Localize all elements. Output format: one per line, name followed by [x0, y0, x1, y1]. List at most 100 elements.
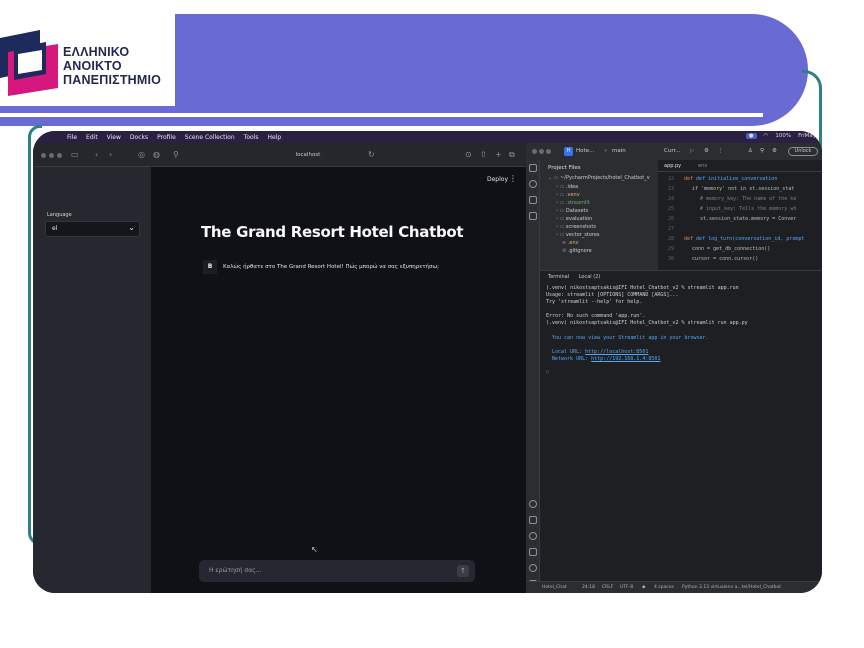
- sidebar-toggle-icon[interactable]: ▭: [71, 150, 79, 159]
- tree-root[interactable]: ⌄ ▭ ~/PycharmProjects/hotel_Chatbot_v: [548, 175, 650, 181]
- terminal-line: Usage: streamlit [OPTIONS] COMMAND [ARGS…: [546, 292, 679, 298]
- zoom-window-icon[interactable]: [57, 153, 62, 158]
- forward-icon[interactable]: ›: [109, 150, 112, 159]
- tree-item[interactable]: › ▭ evaluation: [556, 216, 592, 222]
- more-menu-icon[interactable]: ⋮: [509, 174, 517, 183]
- ide-zoom-icon[interactable]: [546, 149, 551, 154]
- local-url-link[interactable]: http://localhost:8501: [585, 349, 648, 355]
- menu-docks[interactable]: Docks: [130, 134, 148, 141]
- status-line-separator[interactable]: CRLF: [602, 585, 613, 590]
- back-icon[interactable]: ‹: [95, 150, 98, 159]
- minimize-window-icon[interactable]: [49, 153, 54, 158]
- branch-switcher[interactable]: main: [612, 148, 626, 154]
- terminal-line: Error: No such command 'app.run'.: [546, 313, 646, 319]
- logo-line-3: ΠΑΝΕΠΙΣΤΗΜΙΟ: [63, 73, 162, 87]
- new-tab-icon[interactable]: +: [495, 150, 502, 159]
- shield-icon[interactable]: ◎: [138, 150, 145, 159]
- status-position[interactable]: 24:18: [582, 585, 595, 590]
- python-packages-icon[interactable]: [529, 500, 537, 508]
- reload-icon[interactable]: ↻: [368, 150, 375, 159]
- menu-tools[interactable]: Tools: [244, 134, 259, 141]
- tab-terminal[interactable]: Terminal: [548, 274, 569, 280]
- deploy-button[interactable]: Deploy: [487, 176, 508, 183]
- mac-menubar: File Edit View Docks Profile Scene Colle…: [33, 131, 822, 143]
- code-editor[interactable]: app.py env 22 def def initialize_convers…: [658, 160, 822, 270]
- status-indent[interactable]: 4 spaces: [654, 585, 674, 590]
- tree-item[interactable]: ⊘ .gitignore: [562, 248, 592, 254]
- services-icon[interactable]: [529, 516, 537, 524]
- search-icon[interactable]: ⚲: [760, 148, 764, 154]
- plugins-tool-icon[interactable]: [529, 212, 537, 220]
- menu-scene-collection[interactable]: Scene Collection: [185, 134, 235, 141]
- tree-item[interactable]: › ▭ .venv: [556, 192, 580, 198]
- menu-file[interactable]: File: [67, 134, 77, 141]
- code-line: # memory_key: The name of the ke: [700, 196, 797, 202]
- close-window-icon[interactable]: [41, 153, 46, 158]
- tree-item[interactable]: ≡ .env: [562, 240, 579, 246]
- streamlit-banner: You can now view your Streamlit app in y…: [552, 335, 709, 341]
- branch-icon: ⑂: [604, 148, 608, 154]
- ide-left-toolbar: [526, 160, 540, 593]
- screen-recording: File Edit View Docks Profile Scene Colle…: [33, 131, 822, 593]
- line-number: 27: [667, 226, 674, 232]
- code-line: def def log_turn(conversation_id, prompt: [684, 236, 805, 242]
- logo-line-2: ΑΝΟΙΚΤΟ: [63, 59, 122, 73]
- tab-overview-icon[interactable]: ◍: [153, 150, 160, 159]
- tree-item[interactable]: › ▭ Datasets: [556, 208, 588, 214]
- project-panel-title[interactable]: Project Files: [548, 165, 581, 171]
- terminal-tabs: Terminal Local (2): [548, 274, 608, 280]
- code-line: # input_key: Tells the memory wh: [700, 206, 797, 212]
- project-switcher[interactable]: Hote...: [576, 148, 594, 154]
- status-project[interactable]: Hotel_Chat: [542, 585, 567, 590]
- status-interpreter[interactable]: Python 3.13 virtualenv a...tel/Hotel_Cha…: [682, 585, 781, 590]
- chat-input[interactable]: Η ερώτησή σας... ↑: [199, 560, 475, 582]
- wifi-icon[interactable]: ◠: [764, 133, 769, 139]
- project-tool-icon[interactable]: [529, 164, 537, 172]
- structure-tool-icon[interactable]: [529, 196, 537, 204]
- tab-local-2[interactable]: Local (2): [579, 274, 601, 280]
- battery-level[interactable]: 100%: [775, 133, 791, 139]
- unlock-button[interactable]: Unlock: [788, 147, 818, 156]
- tabs-icon[interactable]: ⧉: [509, 150, 515, 160]
- ide-close-icon[interactable]: [532, 149, 537, 154]
- site-settings-icon[interactable]: ⚲: [173, 150, 179, 159]
- line-number: 28: [667, 236, 674, 242]
- python-console-icon[interactable]: [529, 532, 537, 540]
- header-divider: [0, 113, 763, 117]
- page-title: The Grand Resort Hotel Chatbot: [201, 223, 464, 241]
- project-panel: Project Files ⌄ ▭ ~/PycharmProjects/hote…: [540, 160, 658, 270]
- tree-item[interactable]: › ▭ .idea: [556, 184, 578, 190]
- menu-view[interactable]: View: [107, 134, 121, 141]
- account-icon[interactable]: ♙: [748, 148, 753, 154]
- run-icon[interactable]: ▷: [690, 148, 694, 154]
- bot-avatar-letter: B: [203, 260, 217, 274]
- terminal-panel[interactable]: Terminal Local (2) (.venv) nikostsaptsak…: [540, 270, 822, 581]
- ide-minimize-icon[interactable]: [539, 149, 544, 154]
- problems-tool-icon[interactable]: [529, 564, 537, 572]
- status-encoding[interactable]: UTF-8: [620, 585, 633, 590]
- tree-item[interactable]: › ▭ vector_stores: [556, 232, 600, 238]
- language-select[interactable]: el ⌄: [45, 221, 140, 237]
- tree-item[interactable]: › ▭ screenshots: [556, 224, 596, 230]
- menu-help[interactable]: Help: [267, 134, 281, 141]
- tab-env[interactable]: env: [698, 163, 707, 169]
- browser-toolbar: ▭ ‹ › ◎ ◍ ⚲ localhost ↻ ⊙ ⇧ + ⧉: [33, 143, 526, 167]
- more-actions-icon[interactable]: ⋮: [718, 148, 724, 154]
- menu-profile[interactable]: Profile: [157, 134, 176, 141]
- tab-app-py[interactable]: app.py: [664, 163, 681, 169]
- run-config-select[interactable]: Curr...: [664, 148, 681, 154]
- send-button[interactable]: ↑: [457, 565, 469, 577]
- menu-edit[interactable]: Edit: [86, 134, 98, 141]
- language-label: Language: [47, 212, 72, 218]
- share-icon[interactable]: ⇧: [480, 150, 487, 159]
- downloads-icon[interactable]: ⊙: [465, 150, 472, 159]
- network-url-link[interactable]: http://192.168.1.4:8501: [591, 356, 660, 362]
- tree-item[interactable]: › ▭ .streamlit: [556, 200, 590, 206]
- settings-gear-icon[interactable]: ⚙: [772, 148, 777, 154]
- clock[interactable]: FriMay: [798, 133, 816, 139]
- terminal-tool-icon[interactable]: [529, 548, 537, 556]
- network-url-row: Network URL: http://192.168.1.4:8501: [552, 356, 660, 362]
- recording-indicator-icon[interactable]: ●: [745, 133, 757, 139]
- debug-icon[interactable]: ⚙: [704, 148, 709, 154]
- commit-tool-icon[interactable]: [529, 180, 537, 188]
